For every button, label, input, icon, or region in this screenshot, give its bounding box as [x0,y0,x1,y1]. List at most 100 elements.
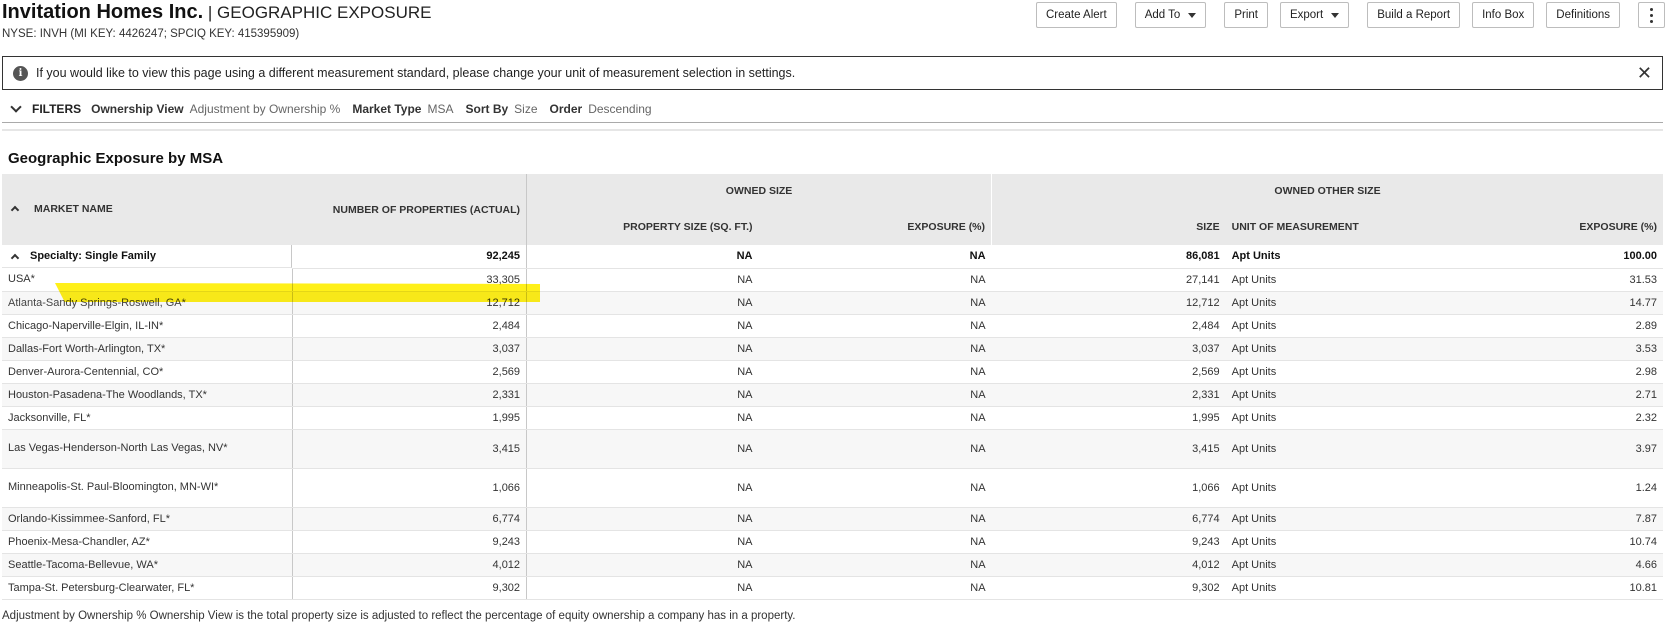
property-size-header[interactable]: PROPERTY SIZE (SQ. FT.) [526,208,759,245]
market-name-link[interactable]: Tampa-St. Petersburg-Clearwater, FL* [2,576,293,600]
filter-key-market-type: Market Type [352,102,422,116]
table-row[interactable]: Jacksonville, FL* 1,995 NA NA 1,995 Apt Units… [2,406,1663,430]
add-to-button[interactable]: Add To [1134,2,1207,28]
exposure-other-cell: 7.87 [1455,507,1663,531]
unit-of-measurement-header[interactable]: UNIT OF MEASUREMENT [1225,208,1456,245]
market-name-link[interactable]: Minneapolis-St. Paul-Bloomington, MN-WI* [2,468,293,508]
group-name-cell[interactable]: Specialty: Single Family [2,245,293,268]
property-size-cell: NA [526,507,759,531]
exposure-pct-header[interactable]: EXPOSURE (%) [758,208,992,245]
property-size-cell: NA [526,291,759,315]
table-row[interactable]: Chicago-Naperville-Elgin, IL-IN* 2,484 NA N… [2,314,1663,338]
group-exposure: NA [758,245,992,269]
properties-cell: 33,305 [292,268,528,292]
table-row[interactable]: Phoenix-Mesa-Chandler, AZ* 9,243 NA NA 9,243… [2,530,1663,554]
size-cell: 1,066 [991,468,1226,508]
properties-cell: 3,037 [292,337,528,361]
properties-cell: 2,569 [292,360,528,384]
build-report-button[interactable]: Build a Report [1367,2,1461,28]
owned-size-group-header: OWNED SIZE [526,174,992,208]
create-alert-label: Create Alert [1045,9,1107,21]
market-name-link[interactable]: Jacksonville, FL* [2,406,293,430]
close-icon[interactable]: ✕ [1637,63,1652,84]
exposure-other-cell: 3.53 [1455,337,1663,361]
page-header: Invitation Homes Inc. | GEOGRAPHIC EXPOS… [2,0,431,40]
market-name-link[interactable]: Atlanta-Sandy Springs-Roswell, GA* [2,291,293,315]
market-name-link[interactable]: Chicago-Naperville-Elgin, IL-IN* [2,314,293,338]
notice-text: If you would like to view this page usin… [36,66,796,80]
table-row[interactable]: Atlanta-Sandy Springs-Roswell, GA* 12,712… [2,291,1663,315]
property-size-cell: NA [526,553,759,577]
market-name-link[interactable]: Orlando-Kissimmee-Sanford, FL* [2,507,293,531]
num-properties-header[interactable]: NUMBER OF PROPERTIES (ACTUAL) [292,174,528,245]
table-row[interactable]: Las Vegas-Henderson-North Las Vegas, NV*… [2,429,1663,469]
table-row[interactable]: Tampa-St. Petersburg-Clearwater, FL* 9,30… [2,576,1663,600]
more-options-icon[interactable] [1638,2,1665,28]
group-row[interactable]: Specialty: Single Family 92,245 NA NA 86… [2,245,1663,269]
market-name-link[interactable]: Denver-Aurora-Centennial, CO* [2,360,293,384]
market-rows: USA* 33,305 NA NA 27,141 Apt Units 31.53 Atlant… [2,268,1663,600]
properties-cell: 12,712 [292,291,528,315]
market-name-link[interactable]: Las Vegas-Henderson-North Las Vegas, NV* [2,429,293,469]
table-row[interactable]: USA* 33,305 NA NA 27,141 Apt Units 31.53 [2,268,1663,292]
filter-key-ownership-view: Ownership View [91,102,184,116]
exposure-cell: NA [758,507,992,531]
properties-cell: 2,484 [292,314,528,338]
market-name-link[interactable]: Houston-Pasadena-The Woodlands, TX* [2,383,293,407]
properties-cell: 1,995 [292,406,528,430]
market-name-link[interactable]: Seattle-Tacoma-Bellevue, WA* [2,553,293,577]
exposure-other-cell: 2.98 [1455,360,1663,384]
print-label: Print [1234,9,1258,21]
chevron-down-icon[interactable] [10,101,22,113]
group-exposure-other: 100.00 [1455,245,1663,269]
collapse-all-icon[interactable] [10,206,20,215]
footer-note: Adjustment by Ownership % Ownership View… [2,610,796,622]
unit-cell: Apt Units [1225,314,1456,338]
market-name-header[interactable]: MARKET NAME [2,174,293,245]
collapse-group-icon[interactable] [10,253,20,262]
size-cell: 9,243 [991,530,1226,554]
export-button[interactable]: Export [1279,2,1350,28]
exposure-pct-other-header[interactable]: EXPOSURE (%) [1455,208,1663,245]
table-row[interactable]: Denver-Aurora-Centennial, CO* 2,569 NA NA 2,… [2,360,1663,384]
definitions-button[interactable]: Definitions [1546,2,1620,28]
table-row[interactable]: Dallas-Fort Worth-Arlington, TX* 3,037 NA N… [2,337,1663,361]
unit-cell: Apt Units [1225,530,1456,554]
export-label: Export [1289,9,1324,21]
definitions-label: Definitions [1556,9,1610,21]
create-alert-button[interactable]: Create Alert [1035,2,1117,28]
exposure-cell: NA [758,314,992,338]
group-unit: Apt Units [1225,245,1456,269]
unit-cell: Apt Units [1225,291,1456,315]
print-button[interactable]: Print [1224,2,1268,28]
exposure-other-cell: 4.66 [1455,553,1663,577]
table-row[interactable]: Houston-Pasadena-The Woodlands, TX* 2,331… [2,383,1663,407]
table-row[interactable]: Seattle-Tacoma-Bellevue, WA* 4,012 NA NA 4,0… [2,553,1663,577]
group-properties: 92,245 [292,245,528,269]
page-title: GEOGRAPHIC EXPOSURE [217,3,432,22]
property-size-cell: NA [526,429,759,469]
unit-cell: Apt Units [1225,507,1456,531]
size-cell: 2,331 [991,383,1226,407]
exposure-other-cell: 2.89 [1455,314,1663,338]
size-header[interactable]: SIZE [991,208,1226,245]
table-row[interactable]: Minneapolis-St. Paul-Bloomington, MN-WI*… [2,468,1663,508]
property-size-cell: NA [526,530,759,554]
exposure-cell: NA [758,468,992,508]
unit-cell: Apt Units [1225,468,1456,508]
size-cell: 6,774 [991,507,1226,531]
exposure-other-cell: 2.32 [1455,406,1663,430]
market-name-link[interactable]: Dallas-Fort Worth-Arlington, TX* [2,337,293,361]
filters-bar[interactable]: FILTERS Ownership View Adjustment by Own… [2,96,1663,123]
market-name-link[interactable]: Phoenix-Mesa-Chandler, AZ* [2,530,293,554]
unit-cell: Apt Units [1225,268,1456,292]
info-box-button[interactable]: Info Box [1472,2,1535,28]
market-name-link[interactable]: USA* [2,268,293,292]
info-box-label: Info Box [1482,9,1525,21]
group-size: 86,081 [991,245,1226,269]
property-size-cell: NA [526,314,759,338]
table-row[interactable]: Orlando-Kissimmee-Sanford, FL* 6,774 NA NA 6… [2,507,1663,531]
unit-cell: Apt Units [1225,429,1456,469]
exposure-cell: NA [758,383,992,407]
filter-value-sort-by: Size [514,102,538,116]
